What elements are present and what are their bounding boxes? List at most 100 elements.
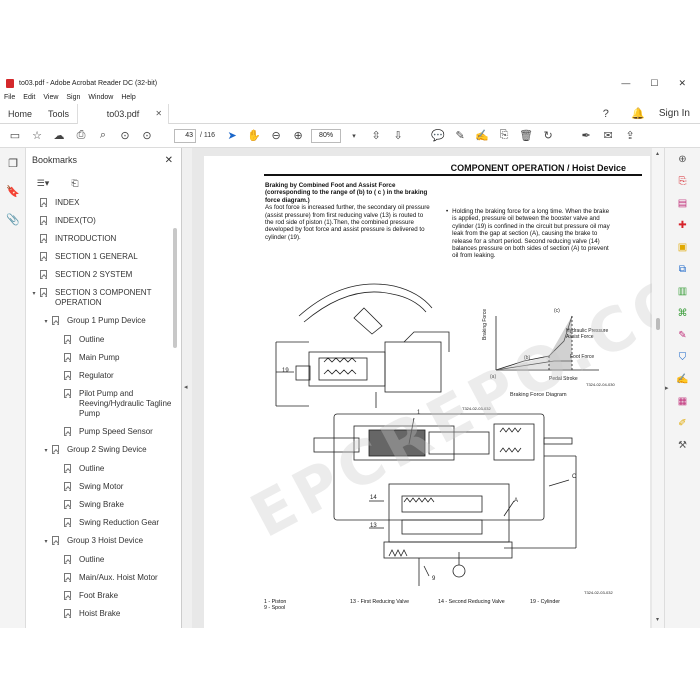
- bookmark-label: Swing Motor: [79, 482, 124, 491]
- zoom-dropdown-icon[interactable]: ▾: [345, 127, 363, 145]
- bookmark-item[interactable]: Outline: [26, 551, 181, 569]
- bookmark-item[interactable]: INDEX: [26, 194, 181, 212]
- email-icon[interactable]: ✉: [599, 127, 617, 145]
- fill-sign-icon[interactable]: ✍: [473, 127, 491, 145]
- request-signature-icon[interactable]: ✍: [676, 372, 690, 386]
- trash-icon[interactable]: 🗑: [517, 127, 535, 145]
- zoom-out-icon[interactable]: ⊖: [267, 127, 285, 145]
- search-icon[interactable]: ⌕: [94, 127, 112, 145]
- expand-toggle-icon[interactable]: ▾: [30, 289, 38, 299]
- sign-in-button[interactable]: Sign In: [659, 108, 690, 119]
- scan-ocr-icon[interactable]: ⌘: [676, 306, 690, 320]
- bookmark-item[interactable]: INTRODUCTION: [26, 230, 181, 248]
- page-down-icon[interactable]: ⊙: [138, 127, 156, 145]
- collapse-right-icon[interactable]: ▸: [665, 384, 669, 392]
- create-pdf-icon[interactable]: ▤: [676, 196, 690, 210]
- tab-tools[interactable]: Tools: [40, 104, 77, 124]
- bookmarks-panel-icon[interactable]: 🔖: [4, 182, 22, 200]
- menu-help[interactable]: Help: [121, 94, 135, 101]
- new-doc-icon[interactable]: ▭: [6, 127, 24, 145]
- combine-files-icon[interactable]: ⧉: [676, 262, 690, 276]
- expand-toggle-icon[interactable]: ▾: [42, 537, 50, 547]
- new-bookmark-icon[interactable]: ⎗: [66, 174, 84, 192]
- export-pdf-icon[interactable]: ⎘: [676, 174, 690, 188]
- bookmark-options-icon[interactable]: ☰▾: [34, 174, 52, 192]
- maximize-button[interactable]: ☐: [650, 78, 658, 89]
- select-cursor-icon[interactable]: ➤: [223, 127, 241, 145]
- bookmark-item[interactable]: Regulator: [26, 367, 181, 385]
- bookmark-item[interactable]: Main Pump: [26, 349, 181, 367]
- bookmark-icon: [40, 234, 47, 243]
- menu-sign[interactable]: Sign: [66, 94, 80, 101]
- zoom-in-icon[interactable]: ⊕: [289, 127, 307, 145]
- upload-cloud-icon[interactable]: ☁: [50, 127, 68, 145]
- bookmark-item[interactable]: Swing Motor: [26, 478, 181, 496]
- bookmark-item[interactable]: Pilot Pump and Reeving/Hydraulic Tagline…: [26, 385, 181, 423]
- document-scrollbar[interactable]: ▴ ▾: [652, 148, 664, 628]
- bookmark-item[interactable]: Main/Aux. Hoist Motor: [26, 569, 181, 587]
- page-thumbnails-icon[interactable]: ❐: [4, 154, 22, 172]
- bookmark-item[interactable]: Swing Brake: [26, 496, 181, 514]
- expand-toggle-icon[interactable]: ▾: [42, 446, 50, 456]
- bookmarks-close-icon[interactable]: ✕: [165, 155, 173, 166]
- prepare-form-icon[interactable]: ▦: [676, 394, 690, 408]
- page-number-input[interactable]: 43: [174, 128, 196, 143]
- menu-window[interactable]: Window: [88, 94, 113, 101]
- hand-tool-icon[interactable]: ✋: [245, 127, 263, 145]
- bookmark-item[interactable]: SECTION 2 SYSTEM: [26, 266, 181, 284]
- attachments-icon[interactable]: 📎: [4, 210, 22, 228]
- zoom-search-icon[interactable]: ⊕: [676, 152, 690, 166]
- bookmark-item[interactable]: ▾ SECTION 3 COMPONENT OPERATION: [26, 284, 181, 312]
- protect-icon[interactable]: ⛉: [676, 350, 690, 364]
- minimize-button[interactable]: —: [621, 78, 630, 89]
- print-icon[interactable]: ⎙: [72, 127, 90, 145]
- scroll-thumb[interactable]: [656, 318, 660, 330]
- menu-view[interactable]: View: [43, 94, 58, 101]
- rotate-icon[interactable]: ↻: [539, 127, 557, 145]
- menu-file[interactable]: File: [4, 94, 15, 101]
- send-comments-icon[interactable]: ✐: [676, 416, 690, 430]
- fit-page-icon[interactable]: ⇳: [367, 127, 385, 145]
- expand-toggle-icon[interactable]: ▾: [42, 317, 50, 327]
- menu-edit[interactable]: Edit: [23, 94, 35, 101]
- bookmark-label: Outline: [79, 464, 105, 473]
- highlight-pen-icon[interactable]: ✎: [451, 127, 469, 145]
- tab-document[interactable]: to03.pdf ✕: [77, 103, 170, 124]
- bookmark-item[interactable]: Swing Reduction Gear: [26, 514, 181, 532]
- organize-pages-icon[interactable]: ▥: [676, 284, 690, 298]
- share-icon[interactable]: ⇪: [621, 127, 639, 145]
- bookmark-item[interactable]: Pump Speed Sensor: [26, 423, 181, 441]
- bookmark-item[interactable]: ▾ Group 1 Pump Device: [26, 312, 181, 331]
- stamp-icon[interactable]: ⎘: [495, 127, 513, 145]
- bell-icon[interactable]: 🔔: [629, 105, 647, 123]
- tab-home[interactable]: Home: [0, 104, 40, 124]
- help-icon[interactable]: ?: [597, 105, 615, 123]
- close-window-button[interactable]: ✕: [678, 78, 686, 89]
- bookmark-star-icon[interactable]: ☆: [28, 127, 46, 145]
- bookmark-item[interactable]: INDEX(TO): [26, 212, 181, 230]
- comment-tool-icon[interactable]: ▣: [676, 240, 690, 254]
- bookmark-icon: [64, 427, 71, 436]
- bookmark-item[interactable]: Outline: [26, 460, 181, 478]
- bookmark-item[interactable]: ▾ Group 2 Swing Device: [26, 441, 181, 460]
- panel-splitter[interactable]: ◂: [182, 148, 192, 628]
- zoom-level-select[interactable]: 80%: [311, 128, 342, 143]
- page-up-icon[interactable]: ⊙: [116, 127, 134, 145]
- scroll-down-icon[interactable]: ▾: [656, 616, 659, 623]
- document-view[interactable]: COMPONENT OPERATION / Hoist Device Braki…: [192, 148, 664, 628]
- bookmark-item[interactable]: Foot Brake: [26, 587, 181, 605]
- comment-icon[interactable]: 💬: [429, 127, 447, 145]
- bookmark-item[interactable]: ▾ Group 3 Hoist Device: [26, 532, 181, 551]
- bookmarks-scrollbar[interactable]: [173, 228, 177, 348]
- collapse-left-icon[interactable]: ◂: [184, 383, 188, 391]
- edit-pdf-icon[interactable]: ✚: [676, 218, 690, 232]
- bookmark-item[interactable]: SECTION 1 GENERAL: [26, 248, 181, 266]
- fill-sign-tool-icon[interactable]: ✎: [676, 328, 690, 342]
- scroll-mode-icon[interactable]: ⇩: [389, 127, 407, 145]
- scroll-up-icon[interactable]: ▴: [656, 150, 659, 157]
- link-sign-icon[interactable]: ✒: [577, 127, 595, 145]
- bookmark-item[interactable]: Hoist Brake: [26, 605, 181, 623]
- tab-close-icon[interactable]: ✕: [155, 109, 162, 118]
- more-tools-icon[interactable]: ⚒: [676, 438, 690, 452]
- bookmark-item[interactable]: Outline: [26, 331, 181, 349]
